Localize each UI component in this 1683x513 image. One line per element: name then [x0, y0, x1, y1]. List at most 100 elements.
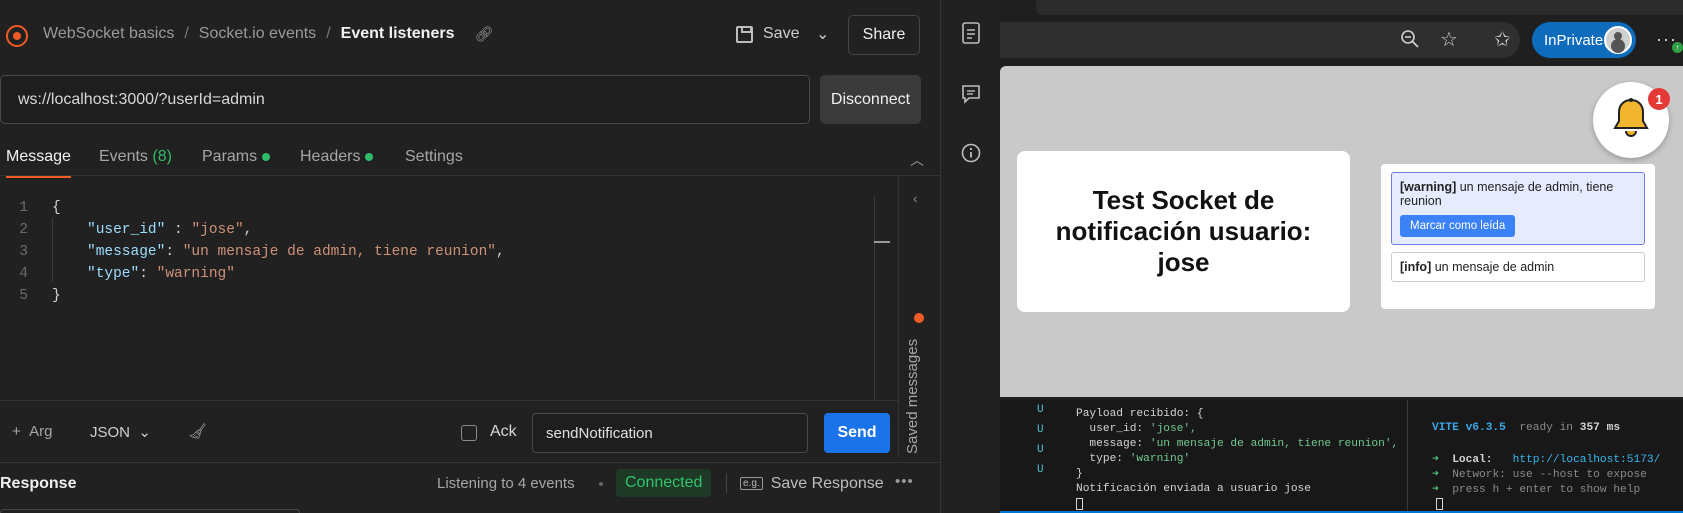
json-value: "un mensaje de admin, tiene reunion"	[182, 244, 496, 260]
postman-window: WebSocket basics / Socket.io events / Ev…	[0, 0, 1000, 513]
terminal-line: Notificación enviada a usuario jose	[1076, 483, 1311, 495]
chevron-left-icon[interactable]: ‹	[913, 190, 918, 206]
help-text: press h + enter to show help	[1452, 484, 1641, 496]
format-label: JSON	[90, 424, 131, 441]
json-key: "user_id"	[87, 222, 166, 238]
listening-status[interactable]: Listening to 4 events	[437, 475, 575, 492]
scrollbar-thumb[interactable]	[874, 241, 890, 243]
help-line: ➜ press h + enter to show help	[1432, 484, 1641, 496]
documentation-icon[interactable]	[959, 22, 983, 46]
local-url-link[interactable]: http://localhost:5173/	[1513, 454, 1661, 466]
save-response-button[interactable]: e.g. Save Response	[740, 475, 884, 493]
terminal-cursor	[1436, 498, 1443, 512]
response-filter-box[interactable]	[0, 509, 300, 513]
json-sep: :	[165, 222, 192, 238]
tab-events-label: Events	[99, 148, 148, 165]
notification-text: un mensaje de admin	[1434, 260, 1555, 274]
code-line: "type": "warning"	[87, 266, 235, 282]
message-editor[interactable]: 1 2 3 4 5 { "user_id" : "jose", "message…	[0, 196, 890, 401]
git-status: U	[1037, 404, 1044, 416]
line-number: 5	[19, 288, 28, 304]
terminal-line: }	[1076, 468, 1083, 480]
ready-ms: 357 ms	[1579, 422, 1621, 434]
indent-guide	[52, 218, 53, 282]
code-line: "message": "un mensaje de admin, tiene r…	[87, 244, 505, 260]
zoom-icon[interactable]	[1400, 29, 1420, 54]
chevron-down-icon[interactable]: ⌄	[816, 24, 829, 44]
browser-window: ☆ ✩ InPrivate ··· ↑ 1 Test Socket de not…	[1000, 0, 1683, 513]
comments-icon[interactable]	[959, 84, 983, 108]
websocket-url-input[interactable]	[0, 75, 810, 124]
json-key: "type"	[87, 266, 140, 282]
send-button[interactable]: Send	[824, 413, 890, 453]
save-button[interactable]: Save	[736, 25, 799, 43]
more-icon[interactable]: •••	[895, 473, 914, 490]
arg-label: Arg	[29, 423, 53, 440]
mark-as-read-button[interactable]: Marcar como leída	[1400, 215, 1516, 237]
saved-messages-label[interactable]: Saved messages	[904, 339, 921, 454]
git-status: U	[1037, 424, 1044, 436]
chevron-up-icon[interactable]: ︿	[910, 150, 924, 170]
connection-status-badge: Connected	[616, 469, 712, 497]
info-icon[interactable]	[959, 143, 983, 167]
terminal-split-divider[interactable]	[1407, 400, 1408, 513]
ack-checkbox[interactable]	[461, 425, 477, 441]
notification-bell-button[interactable]: 1	[1593, 82, 1670, 158]
terminal-line: Payload recibido: {	[1076, 408, 1204, 420]
breadcrumb-collection[interactable]: WebSocket basics	[43, 25, 174, 43]
beautify-icon[interactable]: 🧹︎	[188, 422, 207, 440]
tab-settings[interactable]: Settings	[405, 148, 463, 166]
favorites-icon[interactable]: ✩	[1494, 27, 1511, 52]
terminal-line: type: 'warning'	[1076, 453, 1190, 465]
terminal-value: 'warning'	[1129, 453, 1191, 465]
update-badge: ↑	[1672, 42, 1683, 53]
breadcrumb-request[interactable]: Event listeners	[341, 25, 455, 43]
headers-status-dot	[365, 152, 374, 161]
tab-events[interactable]: Events (8)	[99, 148, 172, 166]
add-arg-button[interactable]: + Arg	[12, 423, 52, 440]
star-icon[interactable]: ☆	[1440, 27, 1458, 52]
url-row: Disconnect	[0, 75, 940, 125]
format-dropdown[interactable]: JSON ⌄	[90, 423, 151, 441]
breadcrumb-separator: /	[184, 25, 189, 42]
code-close-brace: }	[52, 288, 61, 304]
saved-messages-panel[interactable]: ‹ Saved messages	[898, 176, 940, 458]
tab-params[interactable]: Params	[202, 148, 271, 166]
network-text: Network: use --host to expose	[1452, 469, 1647, 481]
line-number: 1	[19, 200, 28, 216]
save-label: Save	[763, 25, 800, 42]
line-number: 4	[19, 266, 28, 282]
network-line: ➜ Network: use --host to expose	[1432, 469, 1647, 481]
page-title: Test Socket de notificación usuario: jos…	[1055, 185, 1312, 277]
breadcrumb-folder[interactable]: Socket.io events	[199, 25, 316, 43]
share-button[interactable]: Share	[848, 15, 920, 55]
terminal-value: 'un mensaje de admin, tiene reunion',	[1149, 438, 1399, 450]
terminal-panel[interactable]: U U U U Payload recibido: { user_id: 'jo…	[1000, 400, 1683, 513]
bell-icon	[1613, 98, 1649, 137]
json-value: "jose"	[191, 222, 244, 238]
message-toolbar: + Arg JSON ⌄ 🧹︎ Ack Send	[0, 400, 898, 462]
avatar	[1604, 26, 1632, 54]
right-sidebar	[940, 0, 1000, 513]
terminal-key: user_id:	[1076, 423, 1150, 435]
vite-label: VITE	[1432, 422, 1459, 434]
save-icon	[736, 25, 753, 43]
vite-ready-line: VITE v6.3.5 ready in 357 ms	[1432, 422, 1620, 434]
tab-headers[interactable]: Headers	[300, 148, 374, 166]
notification-type: [warning]	[1400, 180, 1457, 194]
line-number: 2	[19, 222, 28, 238]
terminal-key: type:	[1076, 453, 1130, 465]
breadcrumb-separator: /	[326, 25, 331, 42]
tab-strip	[1036, 0, 1683, 15]
tab-params-label: Params	[202, 148, 258, 165]
disconnect-button[interactable]: Disconnect	[820, 75, 921, 124]
terminal-line: user_id: 'jose',	[1076, 423, 1196, 435]
event-name-input[interactable]	[532, 413, 808, 453]
json-end: ,	[496, 244, 505, 260]
inprivate-button[interactable]: InPrivate	[1532, 22, 1636, 58]
editor-scrollbar[interactable]	[874, 196, 875, 401]
link-icon[interactable]: 🔗︎	[474, 25, 493, 43]
tab-message[interactable]: Message	[6, 148, 71, 178]
page-viewport: 1 Test Socket de notificación usuario: j…	[1000, 66, 1683, 397]
separator-dot	[599, 482, 603, 486]
